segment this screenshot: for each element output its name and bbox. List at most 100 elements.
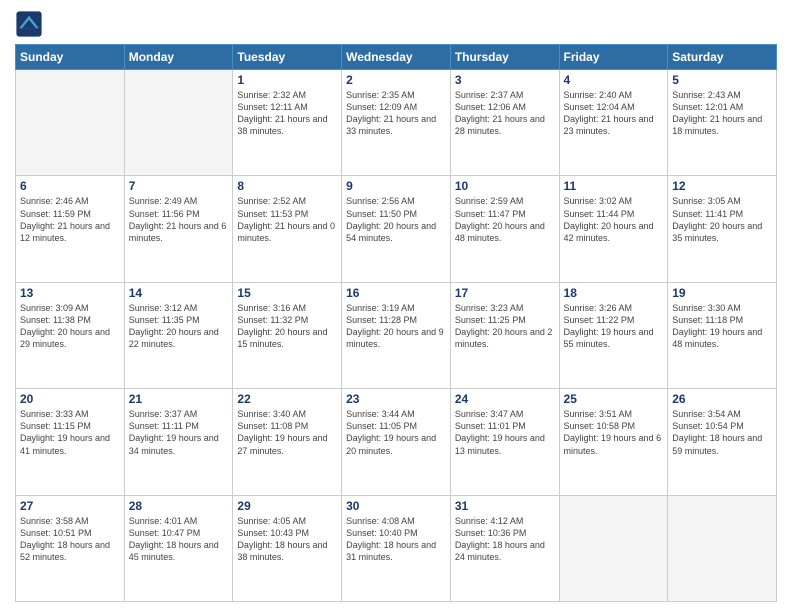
day-info: Sunrise: 2:37 AM Sunset: 12:06 AM Daylig…: [455, 89, 555, 138]
day-cell: 11Sunrise: 3:02 AM Sunset: 11:44 PM Dayl…: [559, 176, 668, 282]
header-cell-monday: Monday: [124, 45, 233, 70]
header-cell-wednesday: Wednesday: [342, 45, 451, 70]
logo: [15, 10, 47, 38]
header-row: SundayMondayTuesdayWednesdayThursdayFrid…: [16, 45, 777, 70]
day-cell: 4 Sunrise: 2:40 AM Sunset: 12:04 AM Dayli…: [559, 70, 668, 176]
day-number: 21: [129, 392, 229, 406]
day-number: 6: [20, 179, 120, 193]
day-info: Sunrise: 2:56 AM Sunset: 11:50 PM Daylig…: [346, 195, 446, 244]
day-number: 25: [564, 392, 664, 406]
day-number: 16: [346, 286, 446, 300]
day-number: 18: [564, 286, 664, 300]
day-cell: 19Sunrise: 3:30 AM Sunset: 11:18 PM Dayl…: [668, 282, 777, 388]
header: [15, 10, 777, 38]
day-cell: 24 Sunrise: 3:47 AM Sunset: 11:01 PM Dayl…: [450, 389, 559, 495]
day-info: Sunrise: 4:05 AM Sunset: 10:43 PM Daylig…: [237, 515, 337, 564]
day-number: 22: [237, 392, 337, 406]
day-number: 8: [237, 179, 337, 193]
day-info: Sunrise: 3:47 AM Sunset: 11:01 PM Daylig…: [455, 408, 555, 457]
day-cell: 25 Sunrise: 3:51 AM Sunset: 10:58 PM Dayl…: [559, 389, 668, 495]
week-row-3: 20 Sunrise: 3:33 AM Sunset: 11:15 PM Dayl…: [16, 389, 777, 495]
day-number: 26: [672, 392, 772, 406]
day-cell: 9 Sunrise: 2:56 AM Sunset: 11:50 PM Dayli…: [342, 176, 451, 282]
day-info: Sunrise: 2:40 AM Sunset: 12:04 AM Daylig…: [564, 89, 664, 138]
day-number: 24: [455, 392, 555, 406]
day-cell: 18Sunrise: 3:26 AM Sunset: 11:22 PM Dayl…: [559, 282, 668, 388]
day-cell: 27Sunrise: 3:58 AM Sunset: 10:51 PM Dayl…: [16, 495, 125, 601]
day-info: Sunrise: 3:37 AM Sunset: 11:11 PM Daylig…: [129, 408, 229, 457]
day-number: 17: [455, 286, 555, 300]
day-number: 1: [237, 73, 337, 87]
day-number: 11: [564, 179, 664, 193]
day-cell: 31Sunrise: 4:12 AM Sunset: 10:36 PM Dayl…: [450, 495, 559, 601]
header-cell-saturday: Saturday: [668, 45, 777, 70]
day-cell: 16 Sunrise: 3:19 AM Sunset: 11:28 PM Dayl…: [342, 282, 451, 388]
week-row-0: 1 Sunrise: 2:32 AM Sunset: 12:11 AM Dayli…: [16, 70, 777, 176]
day-info: Sunrise: 3:51 AM Sunset: 10:58 PM Daylig…: [564, 408, 664, 457]
day-info: Sunrise: 2:32 AM Sunset: 12:11 AM Daylig…: [237, 89, 337, 138]
day-number: 9: [346, 179, 446, 193]
day-cell: 22Sunrise: 3:40 AM Sunset: 11:08 PM Dayl…: [233, 389, 342, 495]
day-cell: [16, 70, 125, 176]
day-cell: 13 Sunrise: 3:09 AM Sunset: 11:38 PM Dayl…: [16, 282, 125, 388]
day-info: Sunrise: 3:05 AM Sunset: 11:41 PM Daylig…: [672, 195, 772, 244]
day-number: 2: [346, 73, 446, 87]
day-number: 13: [20, 286, 120, 300]
day-cell: [668, 495, 777, 601]
day-cell: 17Sunrise: 3:23 AM Sunset: 11:25 PM Dayl…: [450, 282, 559, 388]
day-info: Sunrise: 3:19 AM Sunset: 11:28 PM Daylig…: [346, 302, 446, 351]
day-info: Sunrise: 3:58 AM Sunset: 10:51 PM Daylig…: [20, 515, 120, 564]
day-number: 3: [455, 73, 555, 87]
calendar: SundayMondayTuesdayWednesdayThursdayFrid…: [15, 44, 777, 602]
day-cell: 23 Sunrise: 3:44 AM Sunset: 11:05 PM Dayl…: [342, 389, 451, 495]
day-number: 10: [455, 179, 555, 193]
day-number: 28: [129, 499, 229, 513]
day-number: 19: [672, 286, 772, 300]
header-cell-thursday: Thursday: [450, 45, 559, 70]
calendar-body: 1 Sunrise: 2:32 AM Sunset: 12:11 AM Dayli…: [16, 70, 777, 602]
header-cell-tuesday: Tuesday: [233, 45, 342, 70]
day-info: Sunrise: 2:59 AM Sunset: 11:47 PM Daylig…: [455, 195, 555, 244]
day-info: Sunrise: 2:46 AM Sunset: 11:59 PM Daylig…: [20, 195, 120, 244]
day-info: Sunrise: 4:12 AM Sunset: 10:36 PM Daylig…: [455, 515, 555, 564]
day-number: 20: [20, 392, 120, 406]
week-row-4: 27Sunrise: 3:58 AM Sunset: 10:51 PM Dayl…: [16, 495, 777, 601]
day-cell: 10 Sunrise: 2:59 AM Sunset: 11:47 PM Dayl…: [450, 176, 559, 282]
day-info: Sunrise: 2:49 AM Sunset: 11:56 PM Daylig…: [129, 195, 229, 244]
day-cell: 20 Sunrise: 3:33 AM Sunset: 11:15 PM Dayl…: [16, 389, 125, 495]
header-cell-friday: Friday: [559, 45, 668, 70]
header-cell-sunday: Sunday: [16, 45, 125, 70]
day-cell: 2 Sunrise: 2:35 AM Sunset: 12:09 AM Dayli…: [342, 70, 451, 176]
day-cell: 6 Sunrise: 2:46 AM Sunset: 11:59 PM Dayli…: [16, 176, 125, 282]
day-cell: 14Sunrise: 3:12 AM Sunset: 11:35 PM Dayl…: [124, 282, 233, 388]
day-cell: 1 Sunrise: 2:32 AM Sunset: 12:11 AM Dayli…: [233, 70, 342, 176]
day-number: 15: [237, 286, 337, 300]
day-info: Sunrise: 3:09 AM Sunset: 11:38 PM Daylig…: [20, 302, 120, 351]
day-cell: 12Sunrise: 3:05 AM Sunset: 11:41 PM Dayl…: [668, 176, 777, 282]
day-cell: [559, 495, 668, 601]
day-info: Sunrise: 2:35 AM Sunset: 12:09 AM Daylig…: [346, 89, 446, 138]
day-number: 23: [346, 392, 446, 406]
day-cell: 15 Sunrise: 3:16 AM Sunset: 11:32 PM Dayl…: [233, 282, 342, 388]
page: SundayMondayTuesdayWednesdayThursdayFrid…: [0, 0, 792, 612]
day-info: Sunrise: 2:43 AM Sunset: 12:01 AM Daylig…: [672, 89, 772, 138]
day-info: Sunrise: 2:52 AM Sunset: 11:53 PM Daylig…: [237, 195, 337, 244]
day-number: 5: [672, 73, 772, 87]
day-info: Sunrise: 3:44 AM Sunset: 11:05 PM Daylig…: [346, 408, 446, 457]
day-cell: 28 Sunrise: 4:01 AM Sunset: 10:47 PM Dayl…: [124, 495, 233, 601]
day-info: Sunrise: 4:08 AM Sunset: 10:40 PM Daylig…: [346, 515, 446, 564]
day-cell: 26 Sunrise: 3:54 AM Sunset: 10:54 PM Dayl…: [668, 389, 777, 495]
day-info: Sunrise: 3:16 AM Sunset: 11:32 PM Daylig…: [237, 302, 337, 351]
day-info: Sunrise: 4:01 AM Sunset: 10:47 PM Daylig…: [129, 515, 229, 564]
week-row-2: 13 Sunrise: 3:09 AM Sunset: 11:38 PM Dayl…: [16, 282, 777, 388]
day-number: 4: [564, 73, 664, 87]
day-info: Sunrise: 3:33 AM Sunset: 11:15 PM Daylig…: [20, 408, 120, 457]
week-row-1: 6 Sunrise: 2:46 AM Sunset: 11:59 PM Dayli…: [16, 176, 777, 282]
day-number: 14: [129, 286, 229, 300]
day-number: 7: [129, 179, 229, 193]
day-info: Sunrise: 3:54 AM Sunset: 10:54 PM Daylig…: [672, 408, 772, 457]
logo-icon: [15, 10, 43, 38]
day-number: 29: [237, 499, 337, 513]
calendar-header: SundayMondayTuesdayWednesdayThursdayFrid…: [16, 45, 777, 70]
day-cell: 29 Sunrise: 4:05 AM Sunset: 10:43 PM Dayl…: [233, 495, 342, 601]
